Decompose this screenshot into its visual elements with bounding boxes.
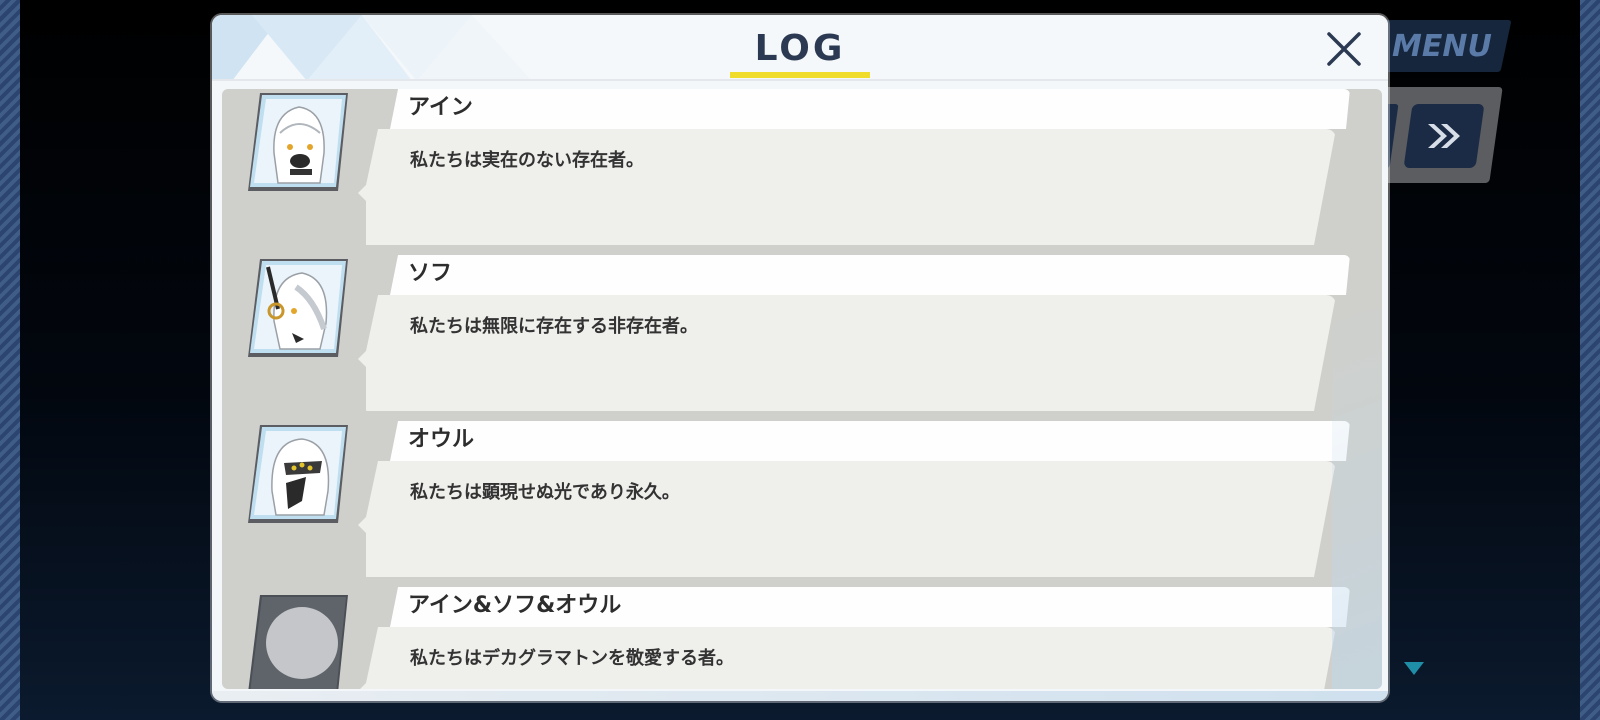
close-button[interactable] — [1320, 25, 1368, 73]
speaker-name-bar — [390, 255, 1350, 295]
speaker-name: アイン&ソフ&オウル — [408, 593, 622, 618]
speaker-name-bar — [390, 89, 1350, 129]
speaker-name: オウル — [408, 427, 475, 452]
double-chevron-right-icon — [1428, 124, 1460, 148]
log-list[interactable]: アイン 私たちは実在のない存在者。 ソフ 私たちは無限に存在する非存在者。 オウ… — [222, 89, 1382, 689]
placeholder-portrait — [244, 591, 348, 689]
soph-portrait — [244, 259, 348, 357]
log-title: LOG — [754, 28, 846, 69]
speaker-name: アイン — [408, 95, 473, 120]
scroll-down-arrow-icon[interactable] — [1402, 660, 1426, 676]
modal-bottom-strip — [212, 691, 1388, 701]
left-edge-stripe — [0, 0, 20, 720]
dialogue-text: 私たちは顕現せぬ光であり永久。 — [410, 482, 680, 503]
log-header: LOG — [212, 15, 1388, 81]
log-entry: オウル 私たちは顕現せぬ光であり永久。 — [222, 421, 1382, 581]
log-modal: LOG アイン 私たちは実在のない存在者。 ソフ 私たちは無限に存在する非存在者… — [212, 15, 1388, 701]
dialogue-text: 私たちはデカグラマトンを敬愛する者。 — [410, 648, 734, 669]
aur-portrait — [244, 425, 348, 523]
title-underline — [730, 72, 870, 78]
log-entry: ソフ 私たちは無限に存在する非存在者。 — [222, 255, 1382, 415]
dialogue-text: 私たちは実在のない存在者。 — [410, 150, 644, 171]
log-entry: アイン&ソフ&オウル 私たちはデカグラマトンを敬愛する者。 — [222, 587, 1382, 689]
header-triangle-decoration — [212, 15, 531, 79]
speaker-name: ソフ — [408, 261, 453, 286]
close-icon — [1327, 32, 1361, 66]
menu-button-label: MENU — [1392, 29, 1492, 64]
right-edge-stripe — [1580, 0, 1600, 720]
fast-forward-button[interactable] — [1403, 104, 1485, 168]
speaker-name-bar — [390, 421, 1350, 461]
dialogue-text: 私たちは無限に存在する非存在者。 — [410, 316, 698, 337]
log-entry: アイン 私たちは実在のない存在者。 — [222, 89, 1382, 249]
ain-portrait — [244, 93, 348, 191]
